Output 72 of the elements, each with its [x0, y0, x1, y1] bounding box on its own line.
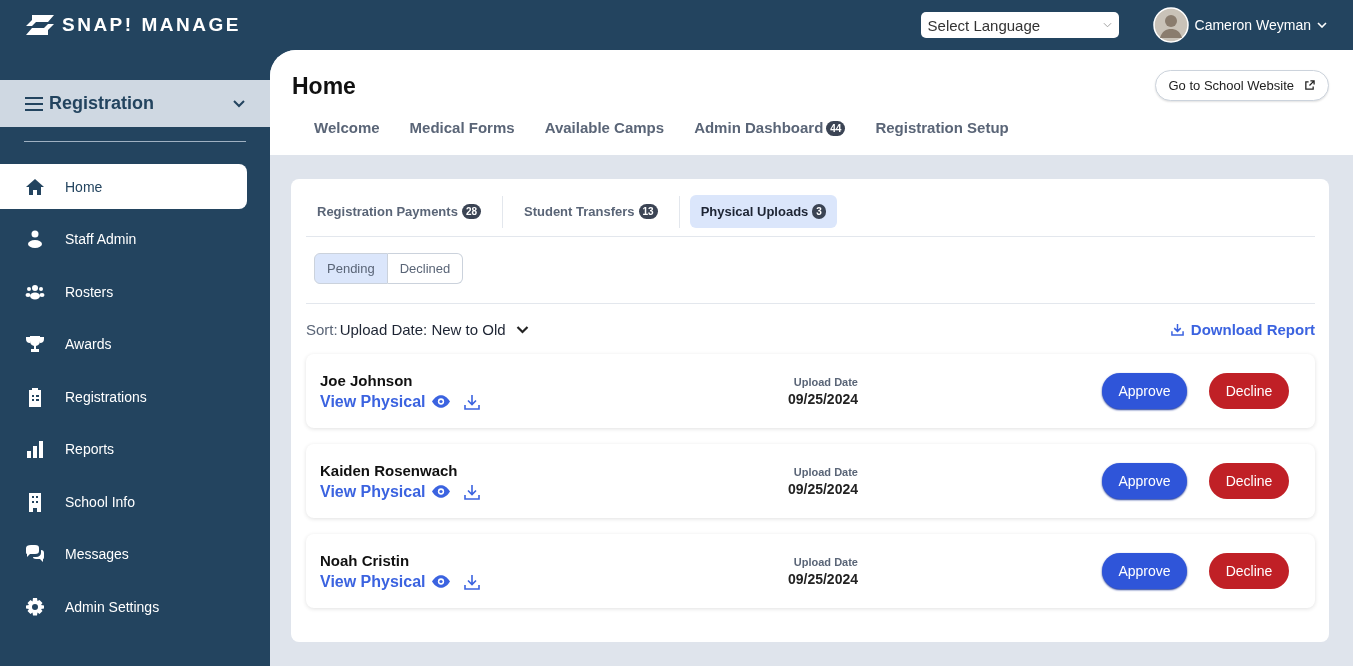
- caret-icon[interactable]: [1317, 22, 1327, 28]
- person-icon: [25, 229, 45, 249]
- date-label: Upload Date: [792, 465, 858, 478]
- sidebar-item[interactable]: Staff Admin: [0, 216, 247, 262]
- eye-icon[interactable]: [431, 485, 450, 498]
- avatar-icon[interactable]: [1152, 7, 1189, 43]
- sort-dropdown[interactable]: Upload Date: New to Old: [339, 321, 506, 338]
- nav-tab[interactable]: Welcome: [314, 119, 380, 155]
- sidebar-item[interactable]: Rosters: [0, 269, 247, 314]
- filter-toggle[interactable]: Pending: [314, 253, 388, 284]
- chevron-icon[interactable]: [233, 99, 245, 108]
- download-icon[interactable]: [463, 573, 480, 590]
- gear-icon: [25, 596, 45, 617]
- nav-tab[interactable]: Available Camps: [544, 119, 665, 155]
- sidebar-item[interactable]: Messages: [0, 531, 247, 577]
- sidebar-item[interactable]: Registrations: [0, 374, 247, 419]
- upload-date: 09/25/2024: [786, 480, 858, 497]
- student-name: Kaiden Rosenwach: [320, 461, 459, 479]
- sub-tab[interactable]: Physical Uploads 3: [689, 195, 837, 228]
- chat-icon: [25, 544, 45, 564]
- eye-icon[interactable]: [431, 395, 450, 408]
- view-physical-link[interactable]: View Physical: [320, 392, 426, 411]
- nav-tab[interactable]: Registration Setup: [875, 119, 1009, 155]
- chevron-icon: [1102, 22, 1112, 28]
- sidebar-item[interactable]: Home: [0, 164, 247, 209]
- upload-date: 09/25/2024: [786, 390, 858, 407]
- menu-icon[interactable]: [25, 96, 43, 111]
- count-badge: 13: [638, 204, 658, 219]
- sidebar-item[interactable]: School Info: [0, 479, 247, 524]
- sub-tab[interactable]: Registration Payments 28: [306, 195, 492, 228]
- decline-button[interactable]: Decline: [1209, 553, 1289, 589]
- download-icon[interactable]: [1170, 323, 1184, 336]
- count-badge: 3: [812, 204, 826, 219]
- decline-button[interactable]: Decline: [1209, 463, 1289, 499]
- eye-icon[interactable]: [431, 575, 450, 588]
- home-icon: [25, 176, 45, 197]
- section-title: Registration: [49, 93, 155, 114]
- nav-tab[interactable]: Medical Forms: [409, 119, 515, 155]
- download-icon[interactable]: [463, 483, 480, 500]
- user-name[interactable]: Cameron Weyman: [1194, 17, 1311, 33]
- approve-button[interactable]: Approve: [1102, 373, 1187, 409]
- student-name: Joe Johnson: [320, 371, 414, 389]
- approve-button[interactable]: Approve: [1102, 463, 1187, 499]
- logo-text: SNAP! MANAGE: [62, 14, 241, 36]
- section-header[interactable]: Registration: [0, 80, 270, 127]
- logo-icon: [24, 13, 56, 37]
- school-website-button[interactable]: Go to School Website: [1154, 70, 1329, 101]
- language-select[interactable]: Select Language: [920, 12, 1119, 38]
- page-title: Home: [292, 73, 356, 100]
- filter-toggle[interactable]: Declined: [387, 253, 464, 284]
- count-badge: 28: [461, 204, 481, 219]
- view-physical-link[interactable]: View Physical: [320, 482, 426, 501]
- student-name: Noah Cristin: [320, 551, 411, 569]
- nav-tab[interactable]: Admin Dashboard 44: [694, 119, 846, 155]
- download-report-link[interactable]: Download Report: [1190, 321, 1315, 338]
- sort-label: Sort:: [306, 321, 338, 338]
- chevron-icon[interactable]: [515, 325, 529, 334]
- external-link-icon: [1304, 80, 1315, 91]
- download-icon[interactable]: [463, 393, 480, 410]
- sub-tab[interactable]: Student Transfers 13: [513, 195, 669, 228]
- sidebar-item[interactable]: Awards: [0, 321, 247, 367]
- view-physical-link[interactable]: View Physical: [320, 572, 426, 591]
- sidebar-item[interactable]: Admin Settings: [0, 584, 247, 629]
- approve-button[interactable]: Approve: [1102, 553, 1187, 589]
- date-label: Upload Date: [792, 375, 858, 388]
- sidebar-item[interactable]: Reports: [0, 426, 247, 472]
- upload-date: 09/25/2024: [786, 570, 858, 587]
- count-badge: 44: [826, 121, 846, 136]
- date-label: Upload Date: [792, 555, 858, 568]
- trophy-icon: [25, 334, 45, 354]
- decline-button[interactable]: Decline: [1209, 373, 1289, 409]
- chart-icon: [25, 439, 45, 459]
